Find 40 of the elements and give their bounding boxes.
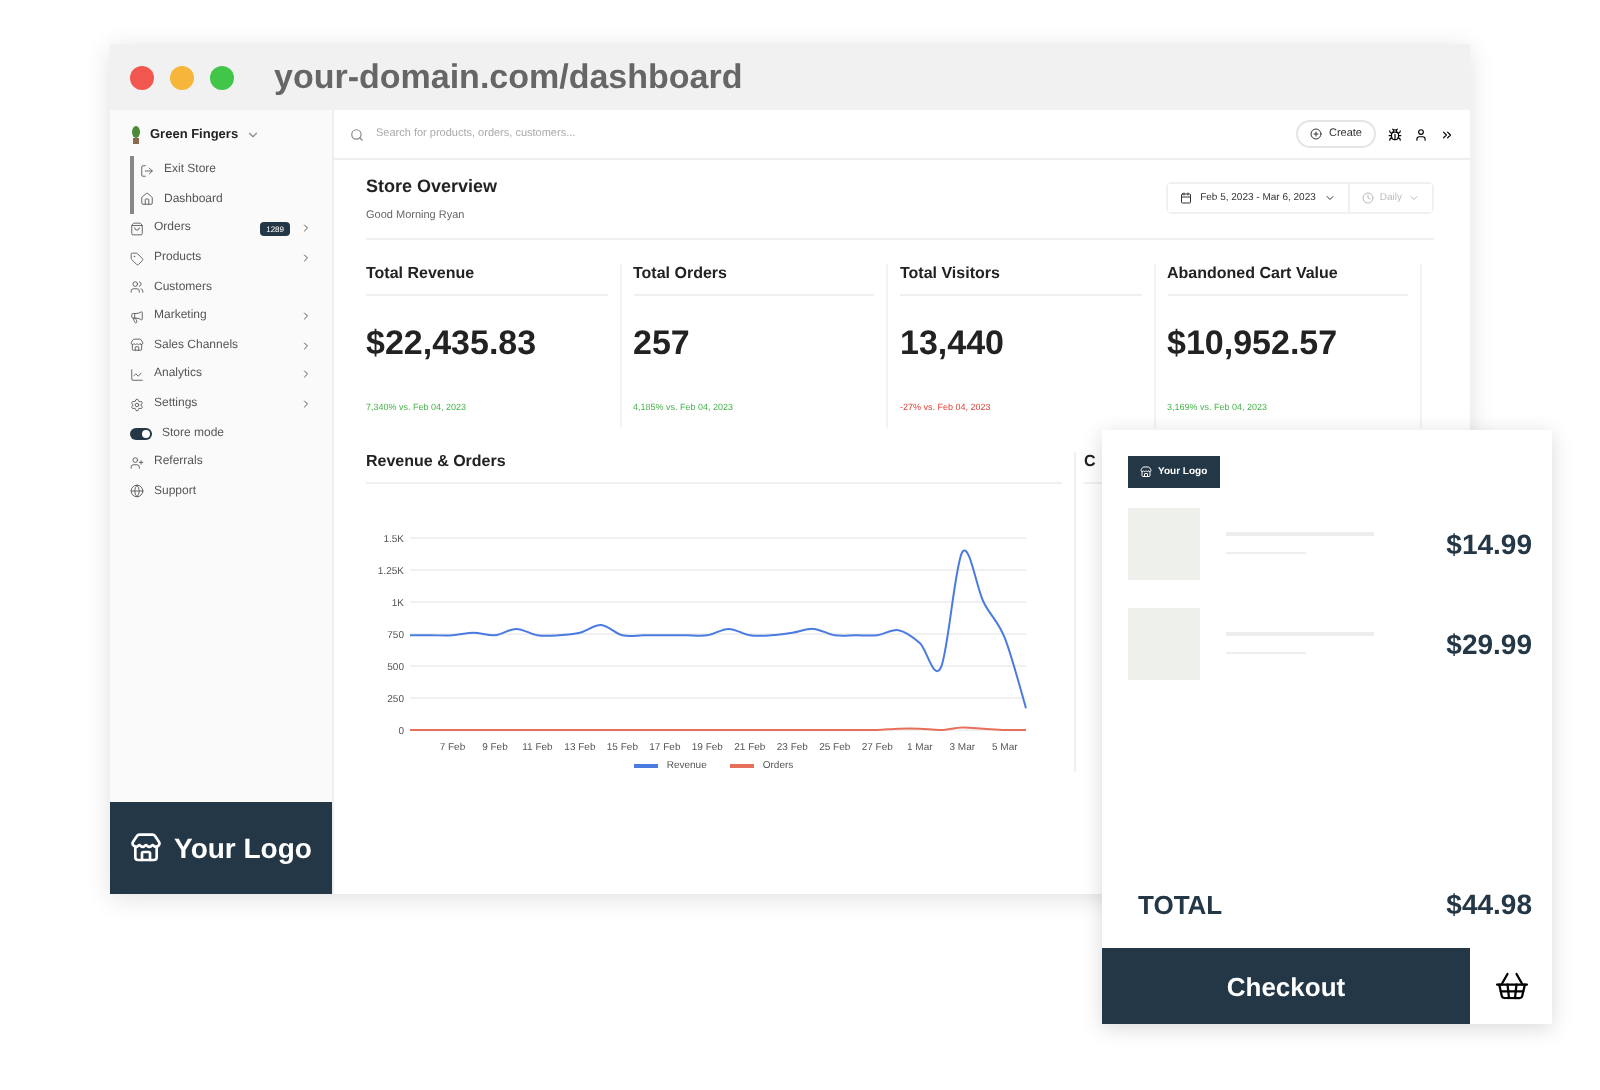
stat-title: Total Revenue [366, 264, 607, 296]
store-icon [130, 832, 163, 864]
user-icon[interactable] [1414, 127, 1428, 141]
store-mode-toggle[interactable] [130, 427, 152, 440]
stat-title: Total Orders [633, 264, 874, 296]
nav-icon [130, 455, 144, 470]
url-text: your-domain.com/dashboard [274, 57, 743, 97]
checkout-button[interactable]: Checkout [1102, 948, 1470, 1024]
total-label: TOTAL [1138, 889, 1223, 919]
nav-icon [130, 309, 144, 324]
close-button[interactable] [130, 65, 154, 89]
nav-icon [130, 397, 144, 412]
item-price: $14.99 [1446, 527, 1532, 559]
stat-title: Total Visitors [900, 264, 1141, 296]
bug-icon[interactable] [1388, 127, 1402, 141]
nav-icon [140, 192, 154, 207]
search-icon [350, 127, 364, 141]
basket-icon[interactable] [1493, 968, 1529, 1004]
nav-icon [130, 221, 144, 236]
plant-icon [130, 126, 142, 144]
stat-value: $22,435.83 [366, 324, 539, 364]
page-title: Store Overview [366, 176, 498, 196]
stat-value: $10,952.57 [1167, 324, 1340, 364]
nav-icon [130, 484, 144, 499]
nav-icon [130, 338, 144, 353]
panel-title: Revenue & Orders [366, 452, 1062, 484]
item-price: $29.99 [1446, 627, 1532, 659]
stat-value: 13,440 [900, 324, 1006, 364]
stat-value: 257 [633, 324, 692, 364]
store-icon [1140, 466, 1152, 478]
nav-icon [140, 163, 154, 178]
nav-icon [130, 251, 144, 266]
total-price: $44.98 [1446, 888, 1532, 920]
stat-title: Abandoned Cart Value [1167, 264, 1408, 296]
nav-icon [130, 367, 144, 382]
logo-text: Your Logo [174, 832, 312, 864]
double-chevron-icon[interactable] [1440, 127, 1454, 141]
chevron-down-icon [246, 128, 261, 142]
plus-icon [1310, 128, 1323, 140]
nav-icon [130, 280, 144, 295]
